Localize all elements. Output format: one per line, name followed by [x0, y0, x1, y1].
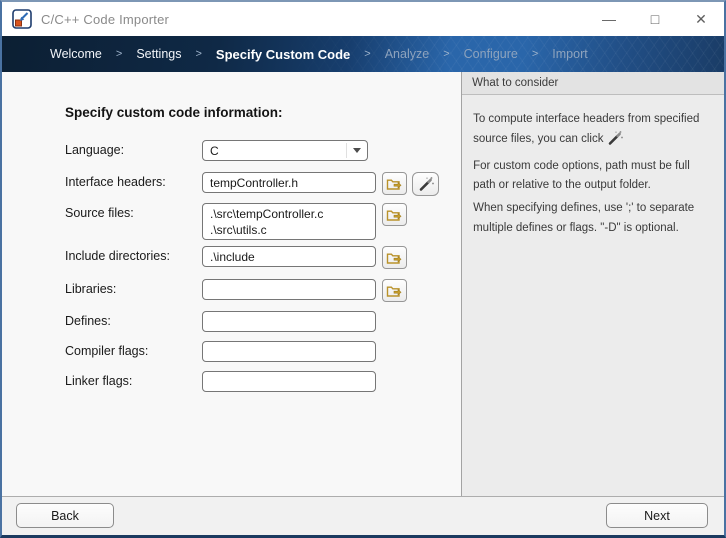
step-configure: Configure	[464, 47, 518, 61]
dropdown-arrow-zone[interactable]	[346, 143, 367, 158]
interface-headers-input[interactable]	[202, 172, 376, 193]
include-directories-input[interactable]	[202, 246, 376, 267]
libraries-label: Libraries:	[65, 279, 202, 296]
defines-label: Defines:	[65, 311, 202, 328]
folder-plus-icon	[386, 208, 403, 222]
form-heading: Specify custom code information:	[65, 105, 283, 120]
next-button[interactable]: Next	[606, 503, 708, 528]
chevron-separator: >	[532, 48, 538, 60]
language-label: Language:	[65, 140, 202, 157]
language-value: C	[203, 144, 346, 158]
folder-plus-icon	[386, 284, 403, 298]
defines-input[interactable]	[202, 311, 376, 332]
interface-headers-row: Interface headers:	[65, 172, 439, 196]
linker-flags-label: Linker flags:	[65, 371, 202, 388]
help-panel-body: To compute interface headers from specif…	[462, 95, 724, 242]
help-paragraph-2: For custom code options, path must be fu…	[473, 157, 714, 197]
help-paragraph-3: When specifying defines, use ';' to sepa…	[473, 199, 714, 239]
interface-headers-browse-button[interactable]	[382, 172, 407, 195]
chevron-separator: >	[364, 48, 370, 60]
language-dropdown[interactable]: C	[202, 140, 368, 161]
interface-headers-label: Interface headers:	[65, 172, 202, 189]
minimize-button[interactable]: —	[586, 2, 632, 36]
help-panel: What to consider To compute interface he…	[462, 72, 724, 496]
chevron-separator: >	[116, 48, 122, 60]
defines-row: Defines:	[65, 311, 376, 332]
compiler-flags-row: Compiler flags:	[65, 341, 376, 362]
simulink-model-icon	[12, 9, 32, 29]
back-button[interactable]: Back	[16, 503, 114, 528]
folder-plus-icon	[386, 177, 403, 191]
magic-wand-icon	[607, 130, 623, 146]
help-paragraph-1: To compute interface headers from specif…	[473, 110, 714, 150]
linker-flags-input[interactable]	[202, 371, 376, 392]
source-files-row: Source files: .\src\tempController.c .\s…	[65, 203, 407, 240]
linker-flags-row: Linker flags:	[65, 371, 376, 392]
content-area: Specify custom code information: Languag…	[2, 72, 724, 496]
step-settings[interactable]: Settings	[136, 47, 181, 61]
include-directories-label: Include directories:	[65, 246, 202, 263]
title-bar: C/C++ Code Importer — □ ✕	[2, 2, 724, 36]
window-controls: — □ ✕	[586, 2, 724, 36]
folder-plus-icon	[386, 251, 403, 265]
maximize-button[interactable]: □	[632, 2, 678, 36]
compiler-flags-label: Compiler flags:	[65, 341, 202, 358]
step-specify-custom-code[interactable]: Specify Custom Code	[216, 47, 350, 62]
footer-bar: Back Next	[2, 496, 724, 535]
libraries-browse-button[interactable]	[382, 279, 407, 302]
code-importer-window: C/C++ Code Importer — □ ✕ Welcome > Sett…	[0, 0, 726, 538]
libraries-row: Libraries:	[65, 279, 407, 302]
source-files-browse-button[interactable]	[382, 203, 407, 226]
step-import: Import	[552, 47, 587, 61]
libraries-input[interactable]	[202, 279, 376, 300]
autodetect-headers-button[interactable]	[412, 172, 439, 196]
source-files-input[interactable]: .\src\tempController.c .\src\utils.c	[202, 203, 376, 240]
step-welcome[interactable]: Welcome	[50, 47, 102, 61]
wizard-breadcrumb: Welcome > Settings > Specify Custom Code…	[2, 36, 724, 72]
help-panel-title: What to consider	[462, 72, 724, 95]
include-directories-browse-button[interactable]	[382, 246, 407, 269]
compiler-flags-input[interactable]	[202, 341, 376, 362]
close-button[interactable]: ✕	[678, 2, 724, 36]
magic-wand-icon	[418, 176, 434, 192]
chevron-down-icon	[353, 148, 361, 153]
chevron-separator: >	[443, 48, 449, 60]
window-title: C/C++ Code Importer	[41, 12, 586, 27]
step-analyze: Analyze	[385, 47, 429, 61]
include-directories-row: Include directories:	[65, 246, 407, 269]
form-panel: Specify custom code information: Languag…	[2, 72, 462, 496]
source-files-label: Source files:	[65, 203, 202, 220]
language-row: Language: C	[65, 140, 368, 161]
chevron-separator: >	[195, 48, 201, 60]
